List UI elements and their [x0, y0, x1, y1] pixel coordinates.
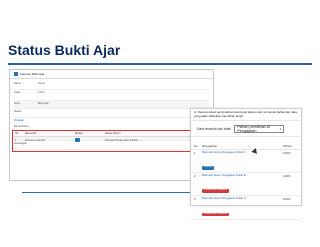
field-row: Status	[14, 109, 209, 118]
panel-header: Laporan Bukti Ajar	[10, 70, 213, 79]
file-status-table: No Nama File Berkas Status Sistem 1 Doku…	[12, 130, 212, 152]
field-value	[38, 109, 209, 110]
field-value	[38, 124, 209, 125]
table-row[interactable]: 2 Bukti Ajar Dosen Pengajaran Kuliah B D…	[191, 173, 301, 197]
col-header: Pengaduan	[202, 144, 218, 148]
col-header: No	[15, 132, 19, 135]
col-header: Pilihan	[283, 144, 293, 148]
status-badge: Ditolak untuk Perbaikan	[202, 212, 230, 217]
table-row[interactable]: 3 Bukti Ajar Dosen Pengajaran Kuliah C D…	[191, 196, 301, 220]
info-text: A. Rekomendasi pemindahan kelompok data …	[191, 109, 301, 121]
selection-panel: A. Rekomendasi pemindahan kelompok data …	[190, 108, 302, 220]
field-label: Judul	[14, 90, 20, 94]
status-badge: Ditolak untuk Perbaikan	[202, 189, 230, 193]
field-value: Bukti Ajar	[38, 101, 49, 105]
item-link[interactable]: Bukti Ajar Dosen Pengajaran Kuliah C	[202, 197, 283, 200]
select-value: Pilihan pemilihan di Pengajaran	[237, 124, 270, 133]
field-value: Judul ...	[38, 90, 47, 94]
cell-no: 1	[15, 138, 17, 142]
field-row: Jenis Bukti Ajar	[14, 100, 209, 110]
slide-title: Status Bukti Ajar	[8, 42, 121, 58]
status-badge: Disetujui	[202, 166, 215, 170]
field-row: Judul Judul ...	[14, 90, 209, 101]
cell-no: 3	[194, 197, 196, 202]
table-header: No Pengaduan Pilihan	[191, 143, 301, 150]
document-icon	[14, 72, 18, 76]
col-header: Berkas	[75, 132, 83, 135]
file-link[interactable]: Dokumen Ajar.pdf	[25, 139, 75, 142]
col-header: Nama File	[25, 132, 37, 135]
download-button[interactable]	[75, 137, 80, 142]
select-label: Data tersedia dari tabel	[197, 126, 232, 131]
chevron-down-icon: ▾	[279, 126, 282, 131]
field-label: Nama	[14, 82, 21, 85]
report-detail-panel: Laporan Bukti Ajar Nama Dosen Judul Judu…	[9, 69, 214, 181]
table-row[interactable]: 1 Bukti Ajar Dosen Pengajaran Kuliah A D…	[191, 150, 301, 174]
title-underline	[8, 63, 312, 65]
select-row: Data tersedia dari tabel Pilihan pemilih…	[191, 121, 301, 137]
cell-value: 100%	[283, 197, 291, 202]
item-link[interactable]: Bukti Ajar Dosen Pengajaran Kuliah A	[202, 151, 283, 154]
panel-header-text: Laporan Bukti Ajar	[20, 72, 45, 76]
cell-value: 100%	[283, 174, 291, 179]
cell-no: 2	[194, 174, 196, 179]
item-link[interactable]: Bukti Ajar Dosen Pengajaran Kuliah B	[202, 174, 283, 177]
status-select[interactable]: Pilihan pemilihan di Pengajaran ▾	[234, 124, 285, 133]
col-header: No	[194, 144, 198, 148]
field-label: Nama Dosen	[14, 124, 29, 128]
field-row: Nama Dosen	[14, 81, 209, 90]
field-value: Dosen	[38, 82, 46, 85]
field-label: Status	[14, 110, 22, 114]
table-row: 1 Dokumen Ajar.pdf Disetujui Pengesahan …	[13, 137, 211, 143]
field-label: Jenis	[14, 101, 20, 105]
cell-value: 100%	[283, 151, 291, 155]
cell-no: 1	[194, 151, 196, 155]
